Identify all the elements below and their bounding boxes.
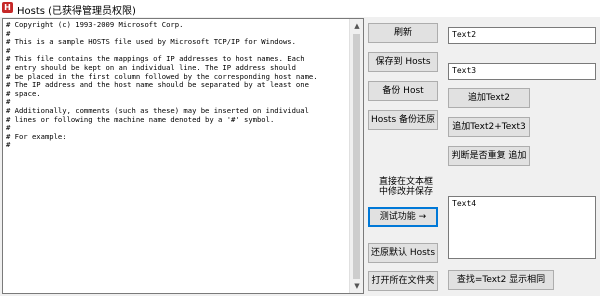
refresh-button[interactable]: 刷新 bbox=[368, 23, 438, 43]
text4-input[interactable]: Text4 bbox=[448, 196, 596, 259]
find-text2-button[interactable]: 查找=Text2 显示相同 bbox=[448, 270, 554, 290]
edit-hint: 直接在文本框 中修改并保存 bbox=[368, 177, 444, 197]
app-icon: H bbox=[2, 2, 13, 13]
add-text2-text3-button[interactable]: 追加Text2+Text3 bbox=[448, 117, 530, 137]
scroll-up-icon[interactable]: ▲ bbox=[350, 19, 363, 33]
test-function-button[interactable]: 测试功能 → bbox=[368, 207, 438, 227]
vertical-scrollbar[interactable]: ▲ ▼ bbox=[349, 19, 363, 293]
window-title: Hosts (已获得管理员权限) bbox=[17, 6, 136, 17]
open-folder-button[interactable]: 打开所在文件夹 bbox=[368, 271, 438, 291]
title-bar: H Hosts (已获得管理员权限) bbox=[0, 0, 600, 17]
add-text2-button[interactable]: 追加Text2 bbox=[448, 88, 530, 108]
restore-default-hosts-button[interactable]: 还原默认 Hosts bbox=[368, 243, 438, 263]
text2-input[interactable]: Text2 bbox=[448, 27, 596, 44]
backup-host-button[interactable]: 备份 Host bbox=[368, 81, 438, 101]
edit-hint-line2: 中修改并保存 bbox=[378, 187, 433, 197]
scroll-down-icon[interactable]: ▼ bbox=[350, 279, 363, 293]
edit-hint-line1: 直接在文本框 bbox=[378, 177, 433, 187]
save-to-hosts-button[interactable]: 保存到 Hosts bbox=[368, 52, 438, 72]
text3-input[interactable]: Text3 bbox=[448, 63, 596, 80]
restore-backup-button[interactable]: Hosts 备份还原 bbox=[368, 110, 438, 130]
hosts-content[interactable]: # Copyright (c) 1993-2009 Microsoft Corp… bbox=[6, 20, 346, 150]
hosts-editor[interactable]: # Copyright (c) 1993-2009 Microsoft Corp… bbox=[2, 18, 364, 294]
check-duplicate-add-button[interactable]: 判断是否重复 追加 bbox=[448, 146, 530, 166]
scrollbar-thumb[interactable] bbox=[353, 34, 360, 279]
